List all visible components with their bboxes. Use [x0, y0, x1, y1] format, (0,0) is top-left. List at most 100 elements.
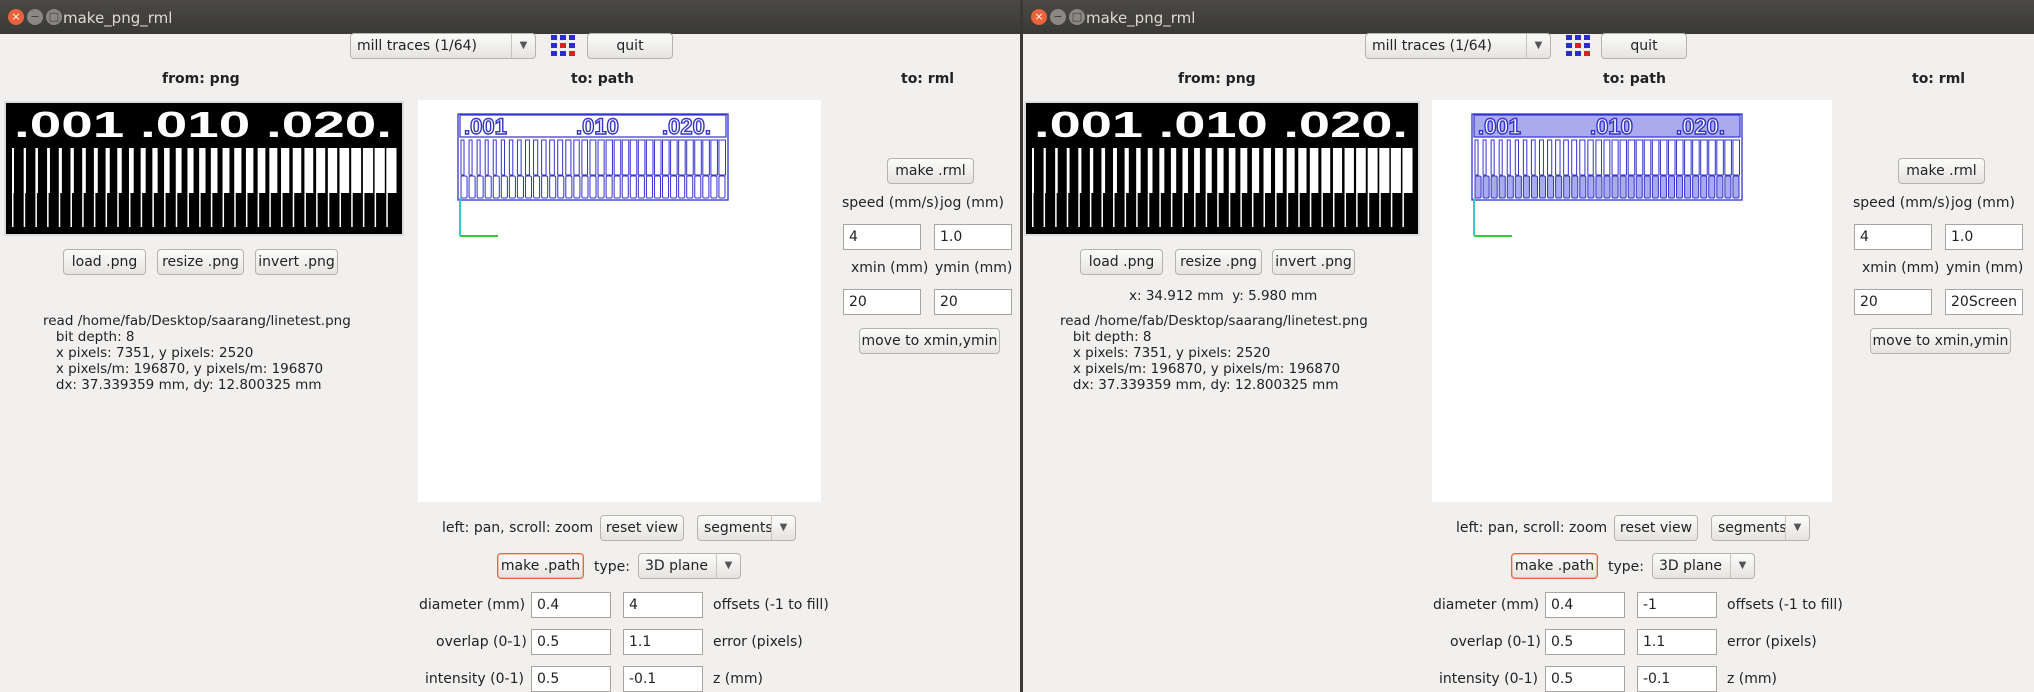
png-tick — [1147, 193, 1150, 227]
png-tick — [1182, 193, 1184, 227]
quit-button[interactable]: quit — [587, 33, 673, 59]
png-bar — [1170, 148, 1177, 193]
png-bar — [327, 148, 338, 193]
title-bar[interactable]: × − □ make_png_rml — [0, 0, 1020, 34]
type-select[interactable]: 3D plane ▼ — [638, 553, 741, 579]
minimize-icon[interactable]: − — [27, 9, 43, 25]
path-slot — [500, 175, 508, 199]
move-to-xmin-ymin-button[interactable]: move to xmin,ymin — [859, 328, 1000, 354]
mode-select[interactable]: mill traces (1/64) ▼ — [1365, 33, 1551, 59]
path-bar — [1474, 139, 1479, 176]
maximize-icon[interactable]: □ — [46, 9, 62, 25]
path-slot — [597, 175, 605, 199]
path-bar — [565, 139, 572, 176]
speed-input[interactable] — [1854, 224, 1932, 250]
png-bar — [1159, 148, 1165, 193]
path-slot — [1700, 175, 1708, 199]
png-tick — [1356, 193, 1358, 227]
toolpath-lines: .001 .010 .020. — [457, 113, 729, 201]
speed-input[interactable] — [843, 224, 921, 250]
path-bar — [484, 139, 489, 176]
path-canvas[interactable]: .001 .010 .020. — [1432, 100, 1832, 502]
make-path-button[interactable]: make .path — [1511, 553, 1598, 579]
color-grid-icon[interactable] — [550, 34, 576, 58]
quit-button[interactable]: quit — [1601, 33, 1687, 59]
resize-png-button[interactable]: resize .png — [157, 249, 244, 275]
png-bar — [93, 148, 98, 193]
xmin-input[interactable] — [843, 289, 921, 315]
load-png-button[interactable]: load .png — [63, 249, 146, 275]
path-slot — [1595, 175, 1603, 199]
maximize-icon[interactable]: □ — [1069, 9, 1085, 25]
jog-input[interactable] — [1945, 224, 2023, 250]
close-icon[interactable]: × — [1031, 9, 1047, 25]
path-slot — [1571, 175, 1579, 199]
ymin-input[interactable] — [1945, 289, 2023, 315]
png-tick — [351, 193, 353, 227]
offsets-input[interactable] — [1637, 592, 1717, 618]
png-tick — [257, 193, 260, 227]
toolpath-lines: .001 .010 .020. — [1471, 113, 1743, 201]
path-canvas[interactable]: .001 .010 .020. — [418, 100, 821, 502]
path-slot — [1474, 175, 1482, 199]
error-input[interactable] — [623, 629, 703, 655]
offsets-label: offsets (-1 to fill) — [1727, 597, 1843, 613]
speed-label: speed (mm/s) — [842, 195, 939, 211]
path-bar — [1587, 139, 1594, 176]
overlap-input[interactable] — [1545, 629, 1625, 655]
z-input[interactable] — [623, 666, 703, 692]
png-tick — [70, 193, 72, 227]
png-preview-image: .001 .010 .020. — [6, 103, 402, 234]
make-path-button[interactable]: make .path — [497, 553, 584, 579]
jog-input[interactable] — [934, 224, 1012, 250]
title-bar[interactable]: × − □ make_png_rml — [1023, 0, 2034, 34]
path-bar — [1506, 139, 1511, 176]
chevron-down-icon: ▼ — [511, 34, 535, 58]
segments-select[interactable]: segments ▼ — [1711, 515, 1810, 541]
make-rml-button[interactable]: make .rml — [1898, 158, 1985, 184]
path-bar — [589, 139, 597, 176]
xmin-label: xmin (mm) — [851, 260, 929, 276]
reset-view-button[interactable]: reset view — [1614, 515, 1698, 541]
move-to-xmin-ymin-button[interactable]: move to xmin,ymin — [1870, 328, 2011, 354]
png-tick — [140, 193, 143, 227]
error-input[interactable] — [1637, 629, 1717, 655]
type-select[interactable]: 3D plane ▼ — [1652, 553, 1755, 579]
intensity-input[interactable] — [531, 666, 611, 692]
ymin-input[interactable] — [934, 289, 1012, 315]
background-taskbar — [1020, 0, 1023, 692]
png-tick — [245, 193, 248, 227]
png-tick — [1078, 193, 1080, 227]
close-icon[interactable]: × — [8, 9, 24, 25]
load-png-button[interactable]: load .png — [1080, 249, 1163, 275]
png-bar — [362, 148, 374, 193]
intensity-input[interactable] — [1545, 666, 1625, 692]
path-label-glyph: .001 — [464, 114, 507, 139]
path-slot — [1619, 175, 1627, 199]
minimize-icon[interactable]: − — [1050, 9, 1066, 25]
path-slot — [1676, 175, 1684, 199]
png-tick — [1298, 193, 1300, 227]
offsets-input[interactable] — [623, 592, 703, 618]
png-bar — [1147, 148, 1153, 193]
path-bar — [1667, 139, 1676, 176]
png-tick — [386, 193, 388, 227]
diameter-input[interactable] — [1545, 592, 1625, 618]
overlap-input[interactable] — [531, 629, 611, 655]
png-tick — [1286, 193, 1289, 227]
make-rml-button[interactable]: make .rml — [887, 158, 974, 184]
xmin-input[interactable] — [1854, 289, 1932, 315]
segments-select[interactable]: segments ▼ — [697, 515, 796, 541]
diameter-input[interactable] — [531, 592, 611, 618]
invert-png-button[interactable]: invert .png — [255, 249, 338, 275]
path-bar — [1627, 139, 1636, 176]
invert-png-button[interactable]: invert .png — [1272, 249, 1355, 275]
png-tick — [58, 193, 61, 227]
color-grid-icon[interactable] — [1565, 34, 1591, 58]
error-label: error (pixels) — [713, 634, 803, 650]
reset-view-button[interactable]: reset view — [600, 515, 684, 541]
mode-select[interactable]: mill traces (1/64) ▼ — [350, 33, 536, 59]
jog-label: jog (mm) — [940, 195, 1004, 211]
z-input[interactable] — [1637, 666, 1717, 692]
resize-png-button[interactable]: resize .png — [1175, 249, 1262, 275]
